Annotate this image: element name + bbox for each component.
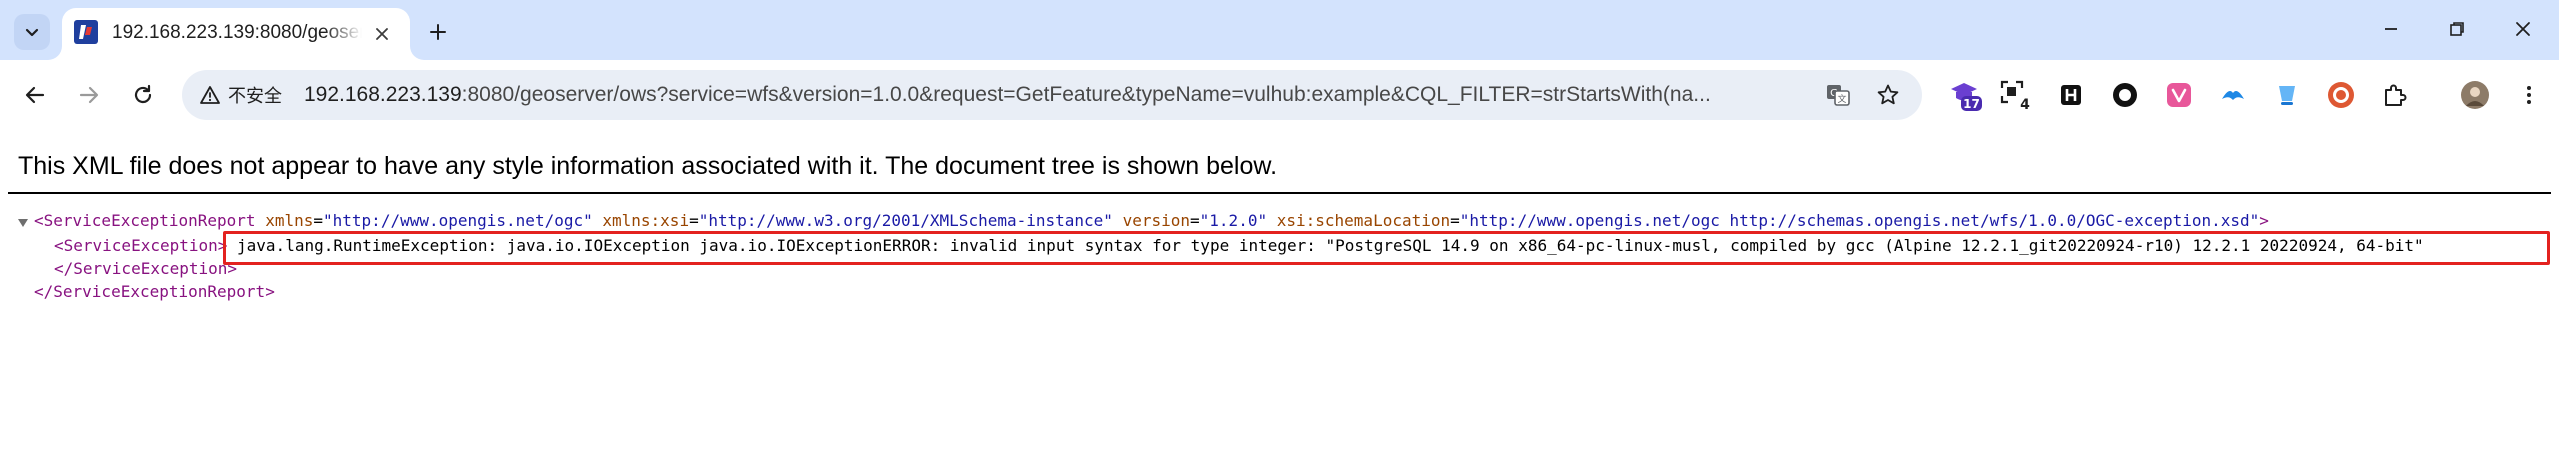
new-tab-button[interactable] [420,14,456,50]
ring-icon [2113,83,2137,107]
xml-tag-end: > [2259,211,2269,230]
reload-button[interactable] [122,74,164,116]
close-icon[interactable] [368,20,396,48]
graduation-cap-icon: 17 [1951,83,1982,111]
back-arrow-icon [25,86,45,104]
banner-divider [8,192,2551,194]
plus-icon [430,24,446,40]
warning-icon [200,86,220,104]
xml-attr-name: xmlns [265,211,314,230]
pink-app-icon [2167,83,2191,107]
scanner-icon: 4 [2000,80,2030,112]
extension-cup[interactable] [2266,74,2308,116]
chevron-down-icon [25,28,39,37]
xml-attr-value: "http://www.opengis.net/ogc http://schem… [1459,211,2260,230]
extension-scanner[interactable]: 4 [1994,74,2036,116]
forward-button[interactable] [68,74,110,116]
geoserver-favicon-icon [74,20,98,44]
xml-root-close: </ServiceExceptionReport> [34,281,275,303]
star-icon [1877,84,1899,105]
browser-menu-button[interactable] [2508,74,2550,116]
translate-button[interactable]: G文 [1822,79,1854,111]
h-logo-icon [2061,85,2081,105]
xml-attr-value: "http://www.w3.org/2001/XMLSchema-instan… [698,211,1113,230]
extension-graduation[interactable]: 17 [1944,74,1986,116]
extension-duck[interactable] [2320,74,2362,116]
extension-ring[interactable] [2104,74,2146,116]
forward-arrow-icon [79,86,99,104]
address-bar[interactable]: 不安全 192.168.223.139:8080/geoserver/ows?s… [182,70,1922,120]
highlight-annotation-box [223,231,2550,265]
extension-h[interactable] [2050,74,2092,116]
bird-icon [2222,91,2244,100]
tab-active[interactable]: 192.168.223.139:8080/geoserver/ows?servi… [62,8,410,60]
url-host: 192.168.223.139 [304,83,462,106]
xml-attr-value: "http://www.opengis.net/ogc" [323,211,593,230]
security-chip[interactable]: 不安全 [192,78,294,112]
reload-icon [134,84,152,104]
profile-avatar[interactable] [2454,74,2496,116]
extension-bird[interactable] [2212,74,2254,116]
xml-root-open: <ServiceExceptionReport xmlns="http://ww… [34,211,2269,230]
extension-badge: 17 [1963,97,1980,111]
collapse-triangle-icon[interactable] [16,216,30,230]
xml-child-close: </ServiceException> [54,258,237,280]
security-label: 不安全 [228,86,282,106]
xml-attr-name: version [1122,211,1191,230]
bookmark-button[interactable] [1872,79,1904,111]
url-text[interactable]: 192.168.223.139:8080/geoserver/ows?servi… [304,82,1804,108]
close-window-button[interactable] [2496,8,2550,50]
restore-icon [2450,22,2464,36]
restore-button[interactable] [2430,8,2484,50]
xml-attr-name: xsi:schemaLocation [1276,211,1451,230]
duck-icon [2328,82,2354,108]
minimize-button[interactable] [2364,8,2418,50]
minimize-icon [2385,28,2397,30]
xml-root-close-tag: </ServiceExceptionReport> [34,282,275,301]
more-vert-icon [2527,86,2531,104]
page-content: This XML file does not appear to have an… [0,130,2559,451]
extension-badge: 4 [2020,97,2030,112]
svg-text:文: 文 [1837,93,1846,105]
extensions-menu-button[interactable] [2374,74,2416,116]
xml-child-close-tag: </ServiceException> [54,259,238,278]
avatar-icon [2461,81,2489,109]
url-path: :8080/geoserver/ows?service=wfs&version=… [461,83,1711,106]
tab-title: 192.168.223.139:8080/geoserver/ows?servi… [112,22,362,43]
puzzle-icon [2385,84,2407,106]
cup-icon [2279,86,2295,105]
xml-info-banner: This XML file does not appear to have an… [18,152,1278,180]
close-window-icon [2516,22,2530,36]
xml-tag: <ServiceExceptionReport [34,211,256,230]
back-button[interactable] [14,74,56,116]
search-tabs-button[interactable] [14,14,50,50]
extension-pink[interactable] [2158,74,2200,116]
translate-icon: G文 [1827,85,1850,106]
xml-attr-name: xmlns:xsi [602,211,690,230]
tab-strip: 192.168.223.139:8080/geoserver/ows?servi… [0,0,2559,60]
xml-attr-value: "1.2.0" [1199,211,1268,230]
xml-child-open-tag: <ServiceException> [54,236,228,255]
browser-toolbar: 不安全 192.168.223.139:8080/geoserver/ows?s… [0,60,2559,130]
